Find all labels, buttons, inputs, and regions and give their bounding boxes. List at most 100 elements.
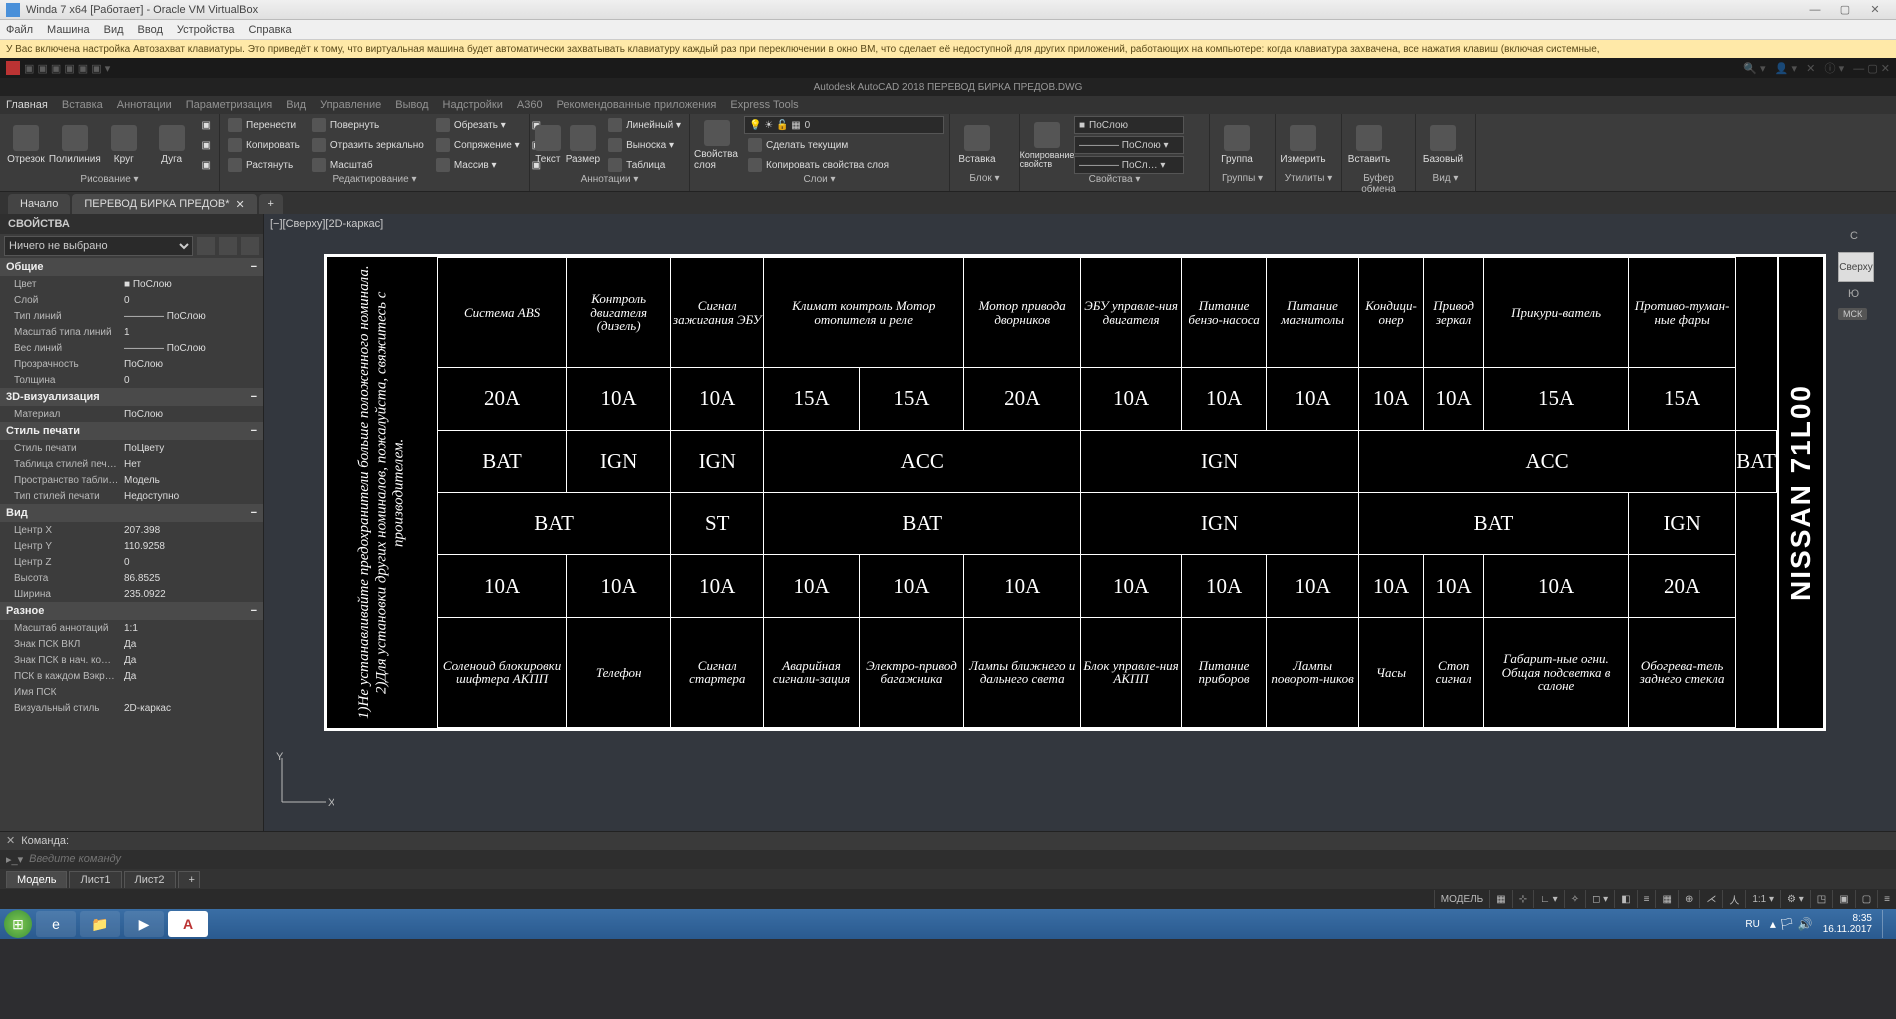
copy-button[interactable]: Копировать (224, 136, 304, 154)
trim-button[interactable]: Обрезать ▾ (432, 116, 524, 134)
polyline-button[interactable]: Полилиния (52, 125, 98, 165)
make-current-button[interactable]: Сделать текущим (744, 136, 945, 154)
array-button[interactable]: Массив ▾ (432, 156, 524, 174)
status-gear-icon[interactable]: ⚙ ▾ (1780, 890, 1810, 908)
prop-row[interactable]: Масштаб аннотаций1:1 (0, 620, 263, 636)
match-layer-button[interactable]: Копировать свойства слоя (744, 156, 945, 174)
tab-annot[interactable]: Аннотации (117, 99, 172, 111)
tab-param[interactable]: Параметризация (186, 99, 272, 111)
text-button[interactable]: Текст (534, 125, 562, 165)
table-button[interactable]: Таблица (604, 156, 685, 174)
status-ortho-icon[interactable]: ∟ ▾ (1533, 890, 1564, 908)
prop-row[interactable]: Тип линий———— ПоСлою (0, 308, 263, 324)
status-clean-icon[interactable]: ▢ (1855, 890, 1877, 908)
status-snap-icon[interactable]: ⊹ (1512, 890, 1533, 908)
command-input[interactable] (29, 853, 1890, 865)
status-grid-icon[interactable]: ▦ (1489, 890, 1511, 908)
line-button[interactable]: Отрезок (4, 125, 48, 165)
measure-button[interactable]: Измерить (1280, 125, 1326, 165)
status-hw-icon[interactable]: ▣ (1832, 890, 1854, 908)
color-dropdown[interactable]: ■ ПоСлою (1074, 116, 1184, 134)
viewport-controls[interactable]: [−][Сверху][2D-каркас] (270, 218, 383, 230)
fillet-button[interactable]: Сопряжение ▾ (432, 136, 524, 154)
tab-insert[interactable]: Вставка (62, 99, 103, 111)
taskbar-ie[interactable]: e (36, 911, 76, 937)
prop-row[interactable]: Слой0 (0, 292, 263, 308)
prop-row[interactable]: Тип стилей печатиНедоступно (0, 488, 263, 504)
prop-row[interactable]: Масштаб типа линий1 (0, 324, 263, 340)
dim-button[interactable]: Размер (566, 125, 600, 165)
selection-dropdown[interactable]: Ничего не выбрано (4, 236, 193, 256)
tray-icons[interactable]: ▴ 🏳 🔊 (1770, 917, 1813, 931)
leader-button[interactable]: Выноска ▾ (604, 136, 685, 154)
vb-menu-file[interactable]: Файл (6, 24, 33, 36)
vb-menu-machine[interactable]: Машина (47, 24, 90, 36)
prop-row[interactable]: ПрозрачностьПоСлою (0, 356, 263, 372)
taskbar-explorer[interactable]: 📁 (80, 911, 120, 937)
baseview-button[interactable]: Базовый (1420, 125, 1466, 165)
status-custom-icon[interactable]: ≡ (1877, 890, 1896, 908)
lweight-dropdown[interactable]: ———— ПоСл… ▾ (1074, 156, 1184, 174)
prop-row[interactable]: Пространство табли…Модель (0, 472, 263, 488)
props-group-print[interactable]: Стиль печати (0, 422, 263, 440)
scale-button[interactable]: Масштаб (308, 156, 428, 174)
status-model[interactable]: МОДЕЛЬ (1434, 890, 1489, 908)
draw-extra-2[interactable]: ▣ (198, 136, 215, 154)
group-button[interactable]: Группа (1214, 125, 1260, 165)
ltype-dropdown[interactable]: ———— ПоСлою ▾ (1074, 136, 1184, 154)
status-osnap-icon[interactable]: ◻ ▾ (1585, 890, 1614, 908)
prop-row[interactable]: Вес линий———— ПоСлою (0, 340, 263, 356)
prop-row[interactable]: МатериалПоСлою (0, 406, 263, 422)
status-annot-icon[interactable]: 人 (1722, 890, 1745, 908)
taskbar-autocad[interactable]: A (168, 911, 208, 937)
insert-button[interactable]: Вставка (954, 125, 1000, 165)
matchprops-button[interactable]: Копирование свойств (1024, 122, 1070, 169)
pickadd-icon[interactable] (219, 237, 237, 255)
tab-manage[interactable]: Управление (320, 99, 381, 111)
tab-layout1[interactable]: Лист1 (69, 871, 121, 888)
tab-addins[interactable]: Надстройки (443, 99, 503, 111)
tab-a360[interactable]: A360 (517, 99, 543, 111)
taskbar-clock[interactable]: 8:3516.11.2017 (1817, 913, 1878, 935)
file-tab-add[interactable]: + (259, 194, 283, 214)
layerprops-button[interactable]: Свойства слоя (694, 120, 740, 171)
tab-layout2[interactable]: Лист2 (124, 871, 176, 888)
status-annoscale-icon[interactable]: ⋌ (1699, 890, 1722, 908)
props-group-general[interactable]: Общие (0, 258, 263, 276)
close-icon[interactable]: ✕ (236, 198, 245, 211)
status-polar-icon[interactable]: ✧ (1564, 890, 1585, 908)
prop-row[interactable]: Цвет■ ПоСлою (0, 276, 263, 292)
file-tab-doc[interactable]: ПЕРЕВОД БИРКА ПРЕДОВ*✕ (72, 194, 256, 214)
prop-row[interactable]: Знак ПСК ВКЛДа (0, 636, 263, 652)
taskbar-lang[interactable]: RU (1745, 919, 1759, 930)
prop-row[interactable]: ПСК в каждом Вэкр…Да (0, 668, 263, 684)
close-button[interactable]: ✕ (1860, 1, 1890, 19)
linear-button[interactable]: Линейный ▾ (604, 116, 685, 134)
file-tab-start[interactable]: Начало (8, 194, 70, 214)
tab-view[interactable]: Вид (286, 99, 306, 111)
minimize-button[interactable]: — (1800, 1, 1830, 19)
status-iso-icon[interactable]: ◳ (1810, 890, 1832, 908)
prop-row[interactable]: Центр X207.398 (0, 522, 263, 538)
arc-button[interactable]: Дуга (150, 125, 194, 165)
tab-home[interactable]: Главная (6, 99, 48, 111)
tab-express[interactable]: Express Tools (730, 99, 798, 111)
viewcube[interactable]: С Сверху Ю МСК (1828, 234, 1884, 290)
start-button[interactable]: ⊞ (4, 910, 32, 938)
rotate-button[interactable]: Повернуть (308, 116, 428, 134)
draw-extra-1[interactable]: ▣ (198, 116, 215, 134)
draw-extra-3[interactable]: ▣ (198, 156, 215, 174)
prop-row[interactable]: Визуальный стиль2D-каркас (0, 700, 263, 716)
props-group-view[interactable]: Вид (0, 504, 263, 522)
prop-row[interactable]: Центр Z0 (0, 554, 263, 570)
tab-featured[interactable]: Рекомендованные приложения (557, 99, 717, 111)
stretch-button[interactable]: Растянуть (224, 156, 304, 174)
prop-row[interactable]: Таблица стилей печ…Нет (0, 456, 263, 472)
tab-add-layout[interactable]: + (178, 871, 200, 888)
cmd-close-icon[interactable]: ✕ (6, 834, 15, 847)
vb-menu-view[interactable]: Вид (104, 24, 124, 36)
prop-row[interactable]: Знак ПСК в нач. ко…Да (0, 652, 263, 668)
paste-button[interactable]: Вставить (1346, 125, 1392, 165)
layer-dropdown[interactable]: 💡 ☀ 🔓 ▦ 0 (744, 116, 944, 134)
prop-row[interactable]: Центр Y110.9258 (0, 538, 263, 554)
